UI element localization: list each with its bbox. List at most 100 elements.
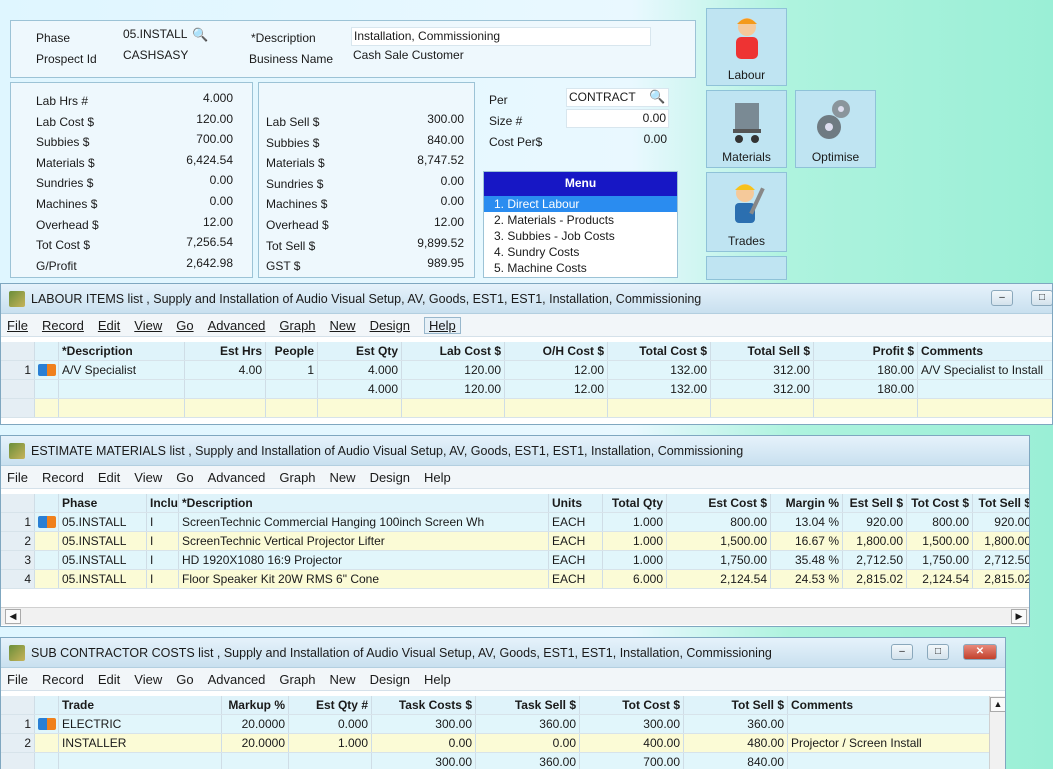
empty-row[interactable] xyxy=(1,399,1052,418)
description-field[interactable]: Installation, Commissioning xyxy=(351,27,651,46)
scroll-right-button[interactable]: ▶ xyxy=(1011,609,1027,624)
menu-item-direct-labour[interactable]: 1. Direct Labour xyxy=(484,196,677,212)
table-cell[interactable]: 4.00 xyxy=(185,361,266,379)
menu-go[interactable]: Go xyxy=(176,318,193,333)
table-cell[interactable]: 1,800.00 xyxy=(973,532,1029,550)
menu-file[interactable]: File xyxy=(7,470,28,485)
extra-tile[interactable] xyxy=(706,256,787,280)
table-cell[interactable]: 1.000 xyxy=(603,551,667,569)
column-header[interactable]: People xyxy=(266,342,318,360)
subs-titlebar[interactable]: SUB CONTRACTOR COSTS list , Supply and I… xyxy=(1,638,1005,668)
table-cell[interactable]: EACH xyxy=(549,551,603,569)
menu-record[interactable]: Record xyxy=(42,470,84,485)
totals-row[interactable]: 4.000 120.00 12.00 132.00 312.00 180.00 xyxy=(1,380,1052,399)
menu-advanced[interactable]: Advanced xyxy=(208,318,266,333)
search-icon[interactable]: 🔍 xyxy=(192,27,208,43)
table-cell[interactable]: 1.000 xyxy=(289,734,372,752)
table-cell[interactable]: 0.000 xyxy=(289,715,372,733)
table-row[interactable]: 2 05.INSTALL I ScreenTechnic Vertical Proje… xyxy=(1,532,1029,551)
column-header[interactable]: Est Qty # xyxy=(289,696,372,714)
table-cell[interactable]: 312.00 xyxy=(711,361,814,379)
scroll-left-button[interactable]: ◀ xyxy=(5,609,21,624)
table-cell[interactable]: 2,124.54 xyxy=(907,570,973,588)
table-cell[interactable]: 24.53 % xyxy=(771,570,843,588)
table-cell[interactable]: ScreenTechnic Commercial Hanging 100inch… xyxy=(179,513,549,531)
column-header[interactable]: O/H Cost $ xyxy=(505,342,608,360)
materials-titlebar[interactable]: ESTIMATE MATERIALS list , Supply and Ins… xyxy=(1,436,1029,466)
table-cell[interactable]: 20.0000 xyxy=(222,715,289,733)
column-header[interactable]: Lab Cost $ xyxy=(402,342,505,360)
table-cell[interactable]: ELECTRIC xyxy=(59,715,222,733)
menu-help[interactable]: Help xyxy=(424,470,451,485)
table-cell[interactable]: 2,712.50 xyxy=(843,551,907,569)
table-cell[interactable]: 800.00 xyxy=(667,513,771,531)
menu-help[interactable]: Help xyxy=(424,672,451,687)
column-header[interactable]: Units xyxy=(549,494,603,512)
menu-design[interactable]: Design xyxy=(370,672,410,687)
column-header[interactable]: Comments xyxy=(788,696,993,714)
table-cell[interactable]: 1,750.00 xyxy=(907,551,973,569)
table-cell[interactable]: 2,124.54 xyxy=(667,570,771,588)
menu-edit[interactable]: Edit xyxy=(98,318,120,333)
scroll-up-button[interactable]: ▲ xyxy=(990,697,1005,712)
column-header[interactable]: Margin % xyxy=(771,494,843,512)
menu-graph[interactable]: Graph xyxy=(279,672,315,687)
column-header[interactable]: Task Costs $ xyxy=(372,696,476,714)
table-row[interactable]: 2 INSTALLER 20.0000 1.000 0.00 0.00 400.00 480.… xyxy=(1,734,993,753)
menu-new[interactable]: New xyxy=(330,318,356,333)
table-cell[interactable]: 2,815.02 xyxy=(973,570,1029,588)
column-header[interactable]: Tot Sell $ xyxy=(973,494,1029,512)
table-cell[interactable]: 400.00 xyxy=(580,734,684,752)
column-header[interactable]: Profit $ xyxy=(814,342,918,360)
table-cell[interactable]: 480.00 xyxy=(684,734,788,752)
menu-item-machine[interactable]: 5. Machine Costs xyxy=(484,260,677,276)
table-cell[interactable]: EACH xyxy=(549,532,603,550)
menu-record[interactable]: Record xyxy=(42,672,84,687)
table-cell[interactable]: EACH xyxy=(549,570,603,588)
column-header[interactable]: Total Qty xyxy=(603,494,667,512)
table-cell[interactable]: 35.48 % xyxy=(771,551,843,569)
menu-item-materials[interactable]: 2. Materials - Products xyxy=(484,212,677,228)
column-header[interactable]: *Description xyxy=(179,494,549,512)
table-row[interactable]: 1 A/V Specialist 4.00 1 4.000 120.00 12.00 132.… xyxy=(1,361,1052,380)
menu-item-sundry[interactable]: 4. Sundry Costs xyxy=(484,244,677,260)
table-cell[interactable]: 120.00 xyxy=(402,361,505,379)
table-cell[interactable]: I xyxy=(147,532,179,550)
size-field[interactable]: 0.00 xyxy=(566,109,669,128)
menu-go[interactable]: Go xyxy=(176,672,193,687)
column-header[interactable]: Est Qty xyxy=(318,342,402,360)
table-cell[interactable]: 180.00 xyxy=(814,361,918,379)
materials-tile[interactable]: Materials xyxy=(706,90,787,168)
maximize-button[interactable]: □ xyxy=(1031,290,1052,306)
table-cell[interactable]: A/V Specialist xyxy=(59,361,185,379)
table-cell[interactable]: 1 xyxy=(266,361,318,379)
minimize-button[interactable]: – xyxy=(891,644,913,660)
menu-record[interactable]: Record xyxy=(42,318,84,333)
table-cell[interactable]: 20.0000 xyxy=(222,734,289,752)
menu-view[interactable]: View xyxy=(134,470,162,485)
menu-new[interactable]: New xyxy=(330,470,356,485)
business-name-field[interactable]: Cash Sale Customer xyxy=(351,47,651,66)
table-cell[interactable]: 2,712.50 xyxy=(973,551,1029,569)
table-cell[interactable]: 4.000 xyxy=(318,361,402,379)
search-icon[interactable]: 🔍 xyxy=(649,89,665,105)
totals-row[interactable]: 300.00 360.00 700.00 840.00 xyxy=(1,753,993,769)
menu-item-subbies[interactable]: 3. Subbies - Job Costs xyxy=(484,228,677,244)
menu-graph[interactable]: Graph xyxy=(279,470,315,485)
table-cell[interactable]: EACH xyxy=(549,513,603,531)
table-cell[interactable]: 6.000 xyxy=(603,570,667,588)
horizontal-scrollbar[interactable]: ◀ ▶ xyxy=(1,607,1029,625)
column-header[interactable]: Markup % xyxy=(222,696,289,714)
column-header[interactable]: Trade xyxy=(59,696,222,714)
column-header[interactable]: Task Sell $ xyxy=(476,696,580,714)
table-cell[interactable]: 05.INSTALL xyxy=(59,532,147,550)
table-cell[interactable]: 0.00 xyxy=(372,734,476,752)
menu-edit[interactable]: Edit xyxy=(98,470,120,485)
table-cell[interactable]: 2,815.02 xyxy=(843,570,907,588)
maximize-button[interactable]: □ xyxy=(927,644,949,660)
menu-go[interactable]: Go xyxy=(176,470,193,485)
empty-row[interactable] xyxy=(1,589,1029,608)
menu-file[interactable]: File xyxy=(7,318,28,333)
column-header[interactable]: Total Sell $ xyxy=(711,342,814,360)
menu-design[interactable]: Design xyxy=(370,470,410,485)
